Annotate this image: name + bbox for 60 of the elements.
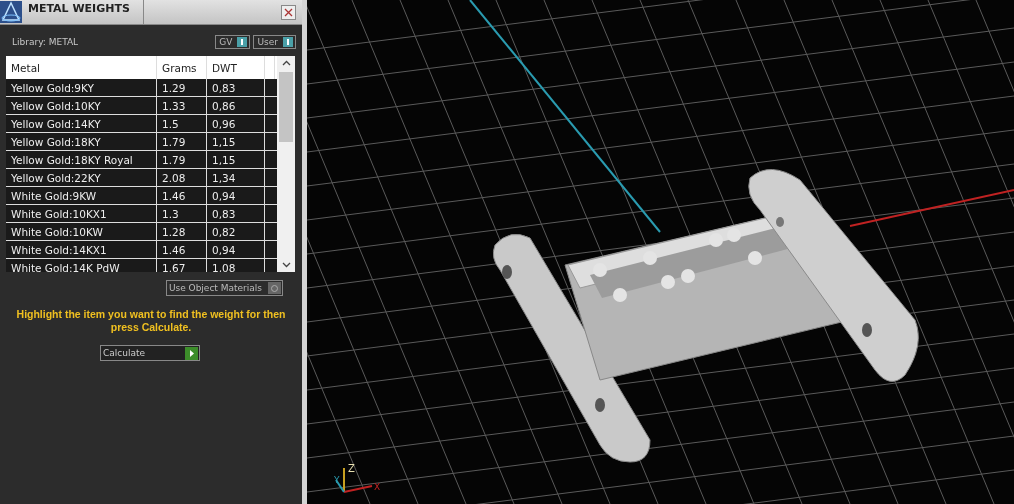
table-cell: White Gold:14K PdW: [6, 259, 157, 272]
table-cell: 1.3: [157, 205, 207, 222]
close-icon: [284, 7, 293, 17]
table-cell: Yellow Gold:18KY: [6, 133, 157, 150]
table-cell: Yellow Gold:18KY Royal: [6, 151, 157, 168]
table-cell: White Gold:10KX1: [6, 205, 157, 222]
scroll-up-icon[interactable]: [281, 60, 291, 66]
table-row[interactable]: Yellow Gold:18KY 1.79 1,15: [6, 133, 277, 151]
calculate-button[interactable]: Calculate: [100, 345, 200, 361]
table-cell: Yellow Gold:10KY: [6, 97, 157, 114]
table-cell: 1.79: [157, 133, 207, 150]
axis-label: Z: [348, 463, 355, 474]
close-button[interactable]: [281, 4, 296, 20]
axis-label: X: [374, 482, 381, 492]
table-cell: 1,15: [207, 151, 265, 168]
library-label: Library: METAL: [12, 37, 79, 47]
table-cell: 0,94: [207, 187, 265, 204]
use-object-materials-checkbox[interactable]: Use Object Materials: [165, 280, 283, 296]
table-cell: Yellow Gold:14KY: [6, 115, 157, 132]
table-cell: 1.67: [157, 259, 207, 272]
table-cell: 1,08: [207, 259, 265, 272]
scroll-down-icon[interactable]: [281, 262, 291, 268]
table-cell: 0,86: [207, 97, 265, 114]
table-cell: 1,15: [207, 133, 265, 150]
toggle-button[interactable]: User: [253, 35, 296, 49]
table-cell: 1.79: [157, 151, 207, 168]
table-cell: 1.5: [157, 115, 207, 132]
table-cell: Yellow Gold:9KY: [6, 79, 157, 96]
table-row[interactable]: White Gold:10KW 1.28 0,82: [6, 223, 277, 241]
table-cell: White Gold:10KW: [6, 223, 157, 240]
table-cell: White Gold:9KW: [6, 187, 157, 204]
toggle-button[interactable]: GV: [215, 35, 251, 49]
instruction-text: Highlight the item you want to find the weight for then press Calculate.: [15, 308, 287, 334]
table-cell: 1.29: [157, 79, 207, 96]
table-cell: 1.46: [157, 187, 207, 204]
table-row[interactable]: White Gold:10KX1 1.3 0,83: [6, 205, 277, 223]
table-cell: 1.28: [157, 223, 207, 240]
window-title: METAL WEIGHTS: [28, 1, 131, 15]
table-row[interactable]: Yellow Gold:22KY 2.08 1,34: [6, 169, 277, 187]
table-cell: 0,96: [207, 115, 265, 132]
table-row[interactable]: Yellow Gold:18KY Royal 1.79 1,15: [6, 151, 277, 169]
scrollbar[interactable]: [277, 56, 295, 272]
table-row[interactable]: White Gold:9KW 1.46 0,94: [6, 187, 277, 205]
table-row[interactable]: Yellow Gold:10KY 1.33 0,86: [6, 97, 277, 115]
table-cell: White Gold:14KX1: [6, 241, 157, 258]
table-cell: 0,94: [207, 241, 265, 258]
play-icon: [185, 346, 198, 360]
table-cell: 0,83: [207, 205, 265, 222]
table-cell: 0,83: [207, 79, 265, 96]
table-row[interactable]: Yellow Gold:9KY 1.29 0,83: [6, 79, 277, 97]
scroll-thumb[interactable]: [279, 72, 293, 142]
table-cell: 2.08: [157, 169, 207, 186]
table-cell: 1.33: [157, 97, 207, 114]
table-row[interactable]: Yellow Gold:14KY 1.5 0,96: [6, 115, 277, 133]
pyramid-icon: [0, 1, 22, 23]
table-cell: 1,34: [207, 169, 265, 186]
table-cell: 0,82: [207, 223, 265, 240]
table-row[interactable]: White Gold:14KX1 1.46 0,94: [6, 241, 277, 259]
table-cell: 1.46: [157, 241, 207, 258]
table-cell: Yellow Gold:22KY: [6, 169, 157, 186]
